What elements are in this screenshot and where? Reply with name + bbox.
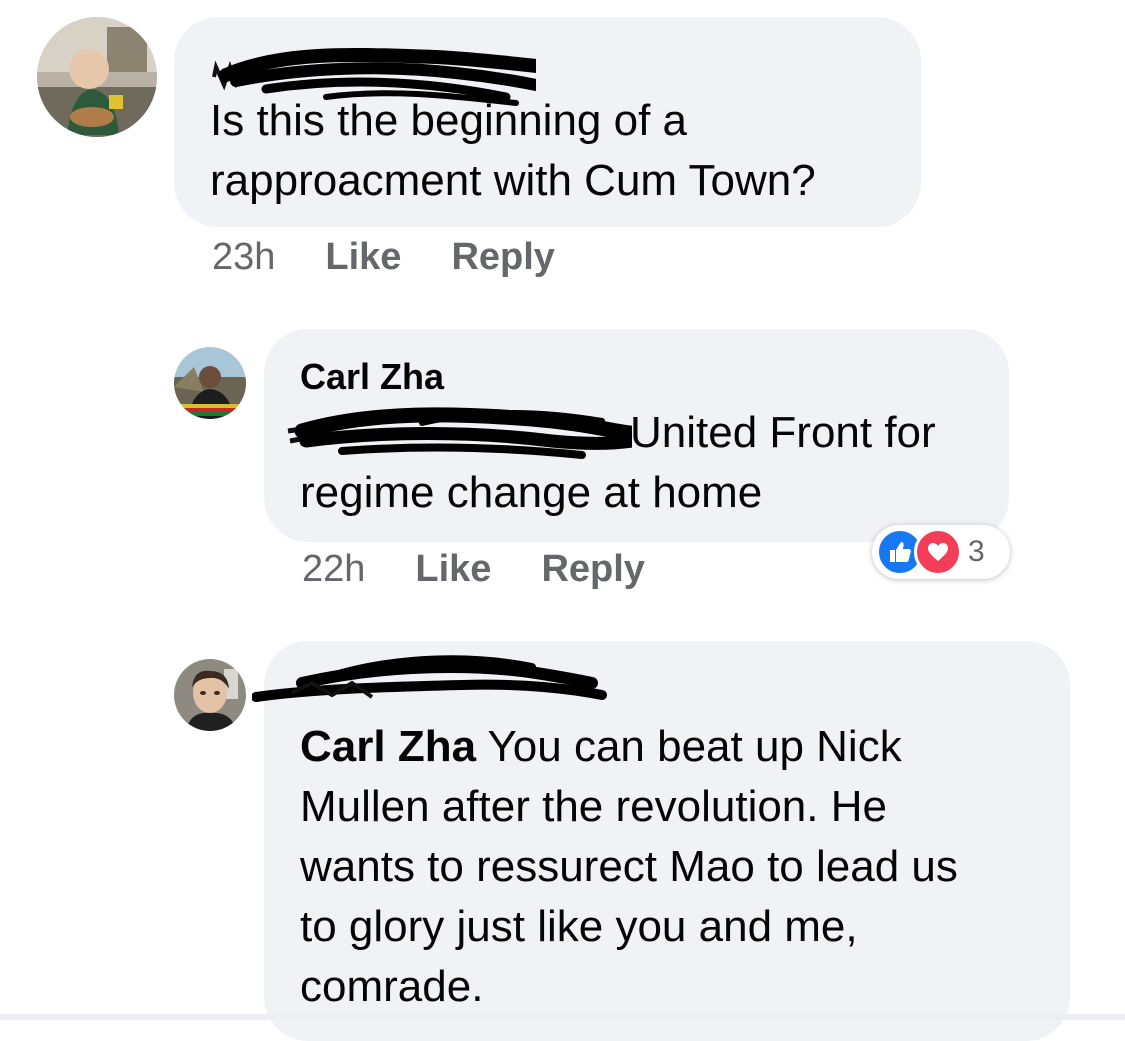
comment-text-line: wants to ressurect Mao to lead us xyxy=(300,842,958,891)
comment-actions: 22h Like Reply xyxy=(302,548,645,591)
comment-text: United Front for regime change at home xyxy=(300,403,1000,523)
comment-text-line: to glory just like you and me, xyxy=(300,902,858,951)
comment-text-line: comrade. xyxy=(300,962,484,1011)
comment-timestamp[interactable]: 22h xyxy=(302,548,365,591)
reply-button[interactable]: Reply xyxy=(541,548,644,591)
reaction-summary[interactable]: 3 xyxy=(872,525,1010,579)
bottom-divider xyxy=(0,1014,1125,1020)
redacted-author-name xyxy=(252,655,607,702)
comment-text-line: Carl Zha You can beat up Nick xyxy=(300,717,1060,777)
comment-text-line: Mullen after the revolution. He xyxy=(300,782,887,831)
comment-author[interactable]: Carl Zha xyxy=(300,355,444,399)
comment-text: Is this the beginning of a rapproacment … xyxy=(210,91,910,211)
reaction-count: 3 xyxy=(968,535,985,568)
comment-text-segment: You can beat up Nick xyxy=(476,722,902,771)
avatar-photo-young-man-icon xyxy=(174,659,246,731)
reply-button[interactable]: Reply xyxy=(451,236,554,279)
commenter-avatar[interactable] xyxy=(174,659,246,731)
comment-bubble: Carl Zha United Front for regime change … xyxy=(264,329,1009,542)
commenter-avatar[interactable] xyxy=(174,347,246,419)
avatar-photo-child-icon xyxy=(37,17,157,137)
comment-actions: 23h Like Reply xyxy=(212,236,555,279)
like-button[interactable]: Like xyxy=(415,548,491,591)
comment-text-line: Is this the beginning of a xyxy=(210,96,687,145)
commenter-avatar[interactable] xyxy=(37,17,157,137)
love-icon xyxy=(914,528,962,576)
comment-text: Carl Zha You can beat up Nick Mullen aft… xyxy=(300,717,1060,1017)
comment-text-line: regime change at home xyxy=(300,468,763,517)
mention-link[interactable]: Carl Zha xyxy=(300,722,476,771)
comment-bubble: Is this the beginning of a rapproacment … xyxy=(174,17,921,227)
comment-text-line: United Front for xyxy=(630,408,936,457)
comment-text-line: rapproacment with Cum Town? xyxy=(210,156,816,205)
like-button[interactable]: Like xyxy=(325,236,401,279)
comment-bubble: Carl Zha You can beat up Nick Mullen aft… xyxy=(252,641,1070,1041)
avatar-photo-man-icon xyxy=(174,347,246,419)
comment-timestamp[interactable]: 23h xyxy=(212,236,275,279)
